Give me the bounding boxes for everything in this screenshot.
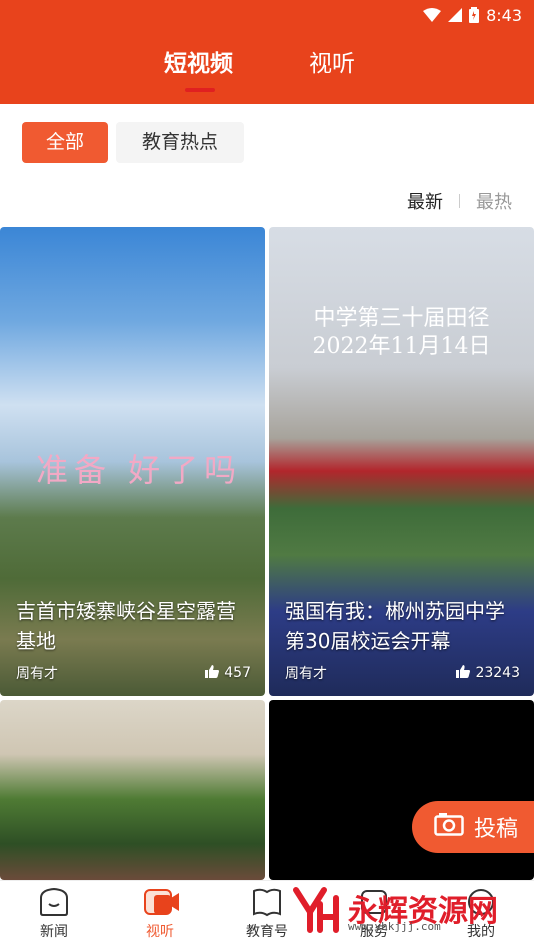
battery-icon <box>469 7 480 23</box>
filter-chip-all[interactable]: 全部 <box>22 122 108 163</box>
top-tabs: 短视频 视听 <box>0 44 534 84</box>
submit-label: 投稿 <box>474 817 519 842</box>
video-likes: 457 <box>205 663 251 683</box>
filter-chip-education-hot[interactable]: 教育热点 <box>116 122 244 163</box>
video-like-count: 23243 <box>475 665 520 681</box>
wifi-icon <box>423 8 442 22</box>
nav-education[interactable]: 教育号 <box>237 887 297 941</box>
nav-label: 视听 <box>146 924 174 940</box>
sort-toggle: 最新 最热 <box>407 188 512 214</box>
sort-hottest[interactable]: 最热 <box>476 188 512 214</box>
nav-news[interactable]: 新闻 <box>24 887 84 941</box>
thumbs-up-icon <box>456 664 471 682</box>
video-meta: 周有才 457 <box>16 663 251 683</box>
watermark: 永辉资源网 www.yhkjjj.com <box>290 884 498 940</box>
watermark-logo-icon <box>290 884 342 940</box>
active-tab-indicator <box>185 88 215 92</box>
video-likes: 23243 <box>456 663 520 683</box>
video-card[interactable] <box>0 700 265 880</box>
video-frame-caption-line2: 2022年11月14日 <box>312 334 491 359</box>
video-card[interactable]: 准备 好了吗 吉首市矮寨峡谷星空露营基地 周有才 457 <box>0 227 265 696</box>
book-icon <box>251 887 283 917</box>
tab-audiovisual[interactable]: 视听 <box>309 44 355 78</box>
video-icon <box>144 887 179 917</box>
top-header: 8:43 短视频 视听 <box>0 0 534 104</box>
submit-video-button[interactable]: 投稿 <box>412 801 534 853</box>
news-icon <box>38 887 70 917</box>
video-title: 强国有我：郴州苏园中学第30届校运会开幕 <box>285 599 505 653</box>
sort-latest[interactable]: 最新 <box>407 188 443 214</box>
nav-label: 教育号 <box>246 924 288 940</box>
tab-short-video[interactable]: 短视频 <box>164 44 233 78</box>
video-card[interactable]: 中学第三十届田径 2022年11月14日 强国有我：郴州苏园中学第30届校运会开… <box>269 227 534 696</box>
camera-icon <box>434 812 464 842</box>
status-bar: 8:43 <box>423 4 522 26</box>
video-like-count: 457 <box>224 665 251 681</box>
video-title: 吉首市矮寨峡谷星空露营基地 <box>16 599 236 653</box>
video-card[interactable] <box>269 700 534 880</box>
sort-divider <box>459 194 460 208</box>
watermark-url: www.yhkjjj.com <box>348 920 441 933</box>
nav-label: 新闻 <box>40 924 68 940</box>
video-author: 周有才 <box>16 666 58 682</box>
status-time: 8:43 <box>486 5 522 25</box>
video-frame-caption: 中学第三十届田径 2022年11月14日 <box>269 305 534 361</box>
nav-video[interactable]: 视听 <box>130 887 190 941</box>
video-meta: 周有才 23243 <box>285 663 520 683</box>
thumbs-up-icon <box>205 664 220 682</box>
video-author: 周有才 <box>285 666 327 682</box>
video-frame-caption: 准备 好了吗 <box>36 451 243 489</box>
video-frame-caption-line1: 中学第三十届田径 <box>313 306 490 331</box>
signal-icon <box>448 8 463 22</box>
